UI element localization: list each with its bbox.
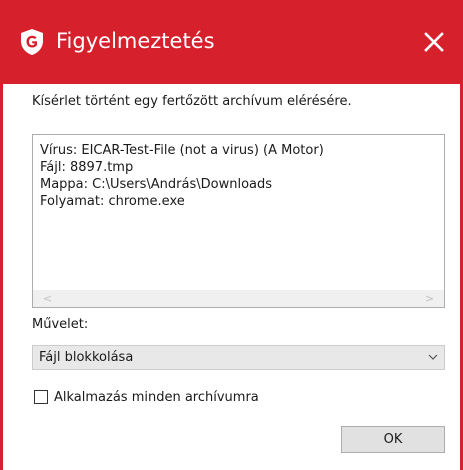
detail-virus: Vírus: EICAR-Test-File (not a virus) (A … [40,143,324,158]
alert-message: Kísérlet történt egy fertőzött archívum … [32,94,352,109]
close-icon[interactable] [418,26,450,58]
ok-button[interactable]: OK [341,426,445,453]
horizontal-scrollbar[interactable]: < > [33,290,444,307]
chevron-down-icon [428,354,438,360]
scroll-right-icon[interactable]: > [421,290,438,307]
detail-file: Fájl: 8897.tmp [40,160,134,175]
detail-process: Folyamat: chrome.exe [40,194,185,209]
operation-label: Művelet: [32,317,89,332]
operation-select[interactable]: Fájl blokkolása [32,345,445,370]
dialog-title: Figyelmeztetés [56,29,215,53]
details-lines: Vírus: EICAR-Test-File (not a virus) (A … [40,142,324,210]
alert-dialog: Figyelmeztetés Kísérlet történt egy fert… [0,0,463,470]
apply-all-label[interactable]: Alkalmazás minden archívumra [54,389,259,407]
details-textbox[interactable]: Vírus: EICAR-Test-File (not a virus) (A … [32,134,445,308]
detail-folder: Mappa: C:\Users\András\Downloads [40,177,273,192]
operation-selected-value: Fájl blokkolása [39,350,134,365]
apply-all-checkbox[interactable] [34,390,48,404]
scroll-left-icon[interactable]: < [39,290,56,307]
title-bar: Figyelmeztetés [0,0,463,84]
gdata-shield-icon [21,29,43,55]
